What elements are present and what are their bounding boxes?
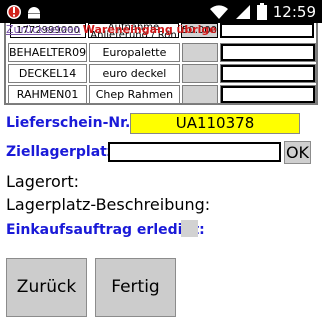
tab-active-wareneingang[interactable]: Wareneingang übrige	[83, 23, 217, 36]
partial-row-input[interactable]	[220, 23, 314, 38]
item-code-cell: DECKEL14	[8, 64, 88, 83]
tab-header: Zurücksetzen Wareneingang übrige	[6, 23, 217, 36]
status-right: 12:59	[209, 2, 316, 21]
tab-link-zuruecksetzen[interactable]: Zurücksetzen	[6, 23, 81, 36]
signal-icon	[235, 4, 250, 19]
back-button[interactable]: Zurück	[6, 258, 87, 317]
item-input-cell	[219, 85, 316, 104]
items-table: BEHAELTER09 Europalette DECKEL14 euro de…	[6, 41, 318, 105]
item-name-cell: Chep Rahmen	[89, 85, 180, 104]
battery-icon	[256, 3, 267, 20]
item-qty-cell	[181, 43, 218, 62]
finish-button[interactable]: Fertig	[95, 258, 176, 317]
item-qty-input[interactable]	[220, 86, 315, 103]
item-input-cell	[219, 64, 316, 83]
wifi-icon	[209, 4, 228, 19]
item-qty-input[interactable]	[220, 44, 315, 61]
table-row: BEHAELTER09 Europalette	[8, 43, 316, 62]
notification-alert-icon	[7, 5, 40, 19]
clock: 12:59	[272, 2, 316, 21]
ok-button[interactable]: OK	[284, 141, 311, 164]
ziellagerplatz-label: Ziellagerplatz:	[6, 144, 121, 160]
android-icon	[28, 7, 40, 19]
einkaufsauftrag-label: Einkaufsauftrag erledigt:	[6, 222, 205, 238]
lagerort-label: Lagerort:	[6, 172, 79, 191]
item-code-cell: BEHAELTER09	[8, 43, 88, 62]
table-row: DECKEL14 euro deckel	[8, 64, 316, 83]
lieferschein-label: Lieferschein-Nr.:	[6, 115, 136, 131]
item-qty-input[interactable]	[220, 65, 315, 82]
table-row: RAHMEN01 Chep Rahmen	[8, 85, 316, 104]
items-scroll-area[interactable]: 1772999000 Aufnahme Anlieferung / Rön 50…	[4, 23, 318, 105]
status-bar: 12:59	[0, 0, 322, 23]
einkaufsauftrag-checkbox[interactable]	[181, 220, 198, 237]
status-left-icons	[6, 3, 46, 20]
item-code-cell: RAHMEN01	[8, 85, 88, 104]
item-name-cell: euro deckel	[89, 64, 180, 83]
lagerplatz-beschreibung-label: Lagerplatz-Beschreibung:	[6, 195, 211, 214]
lieferschein-field[interactable]: UA110378	[130, 113, 300, 134]
item-qty-cell	[181, 64, 218, 83]
item-input-cell	[219, 43, 316, 62]
item-qty-cell	[181, 85, 218, 104]
item-name-cell: Europalette	[89, 43, 180, 62]
ziellagerplatz-input[interactable]	[108, 142, 281, 162]
